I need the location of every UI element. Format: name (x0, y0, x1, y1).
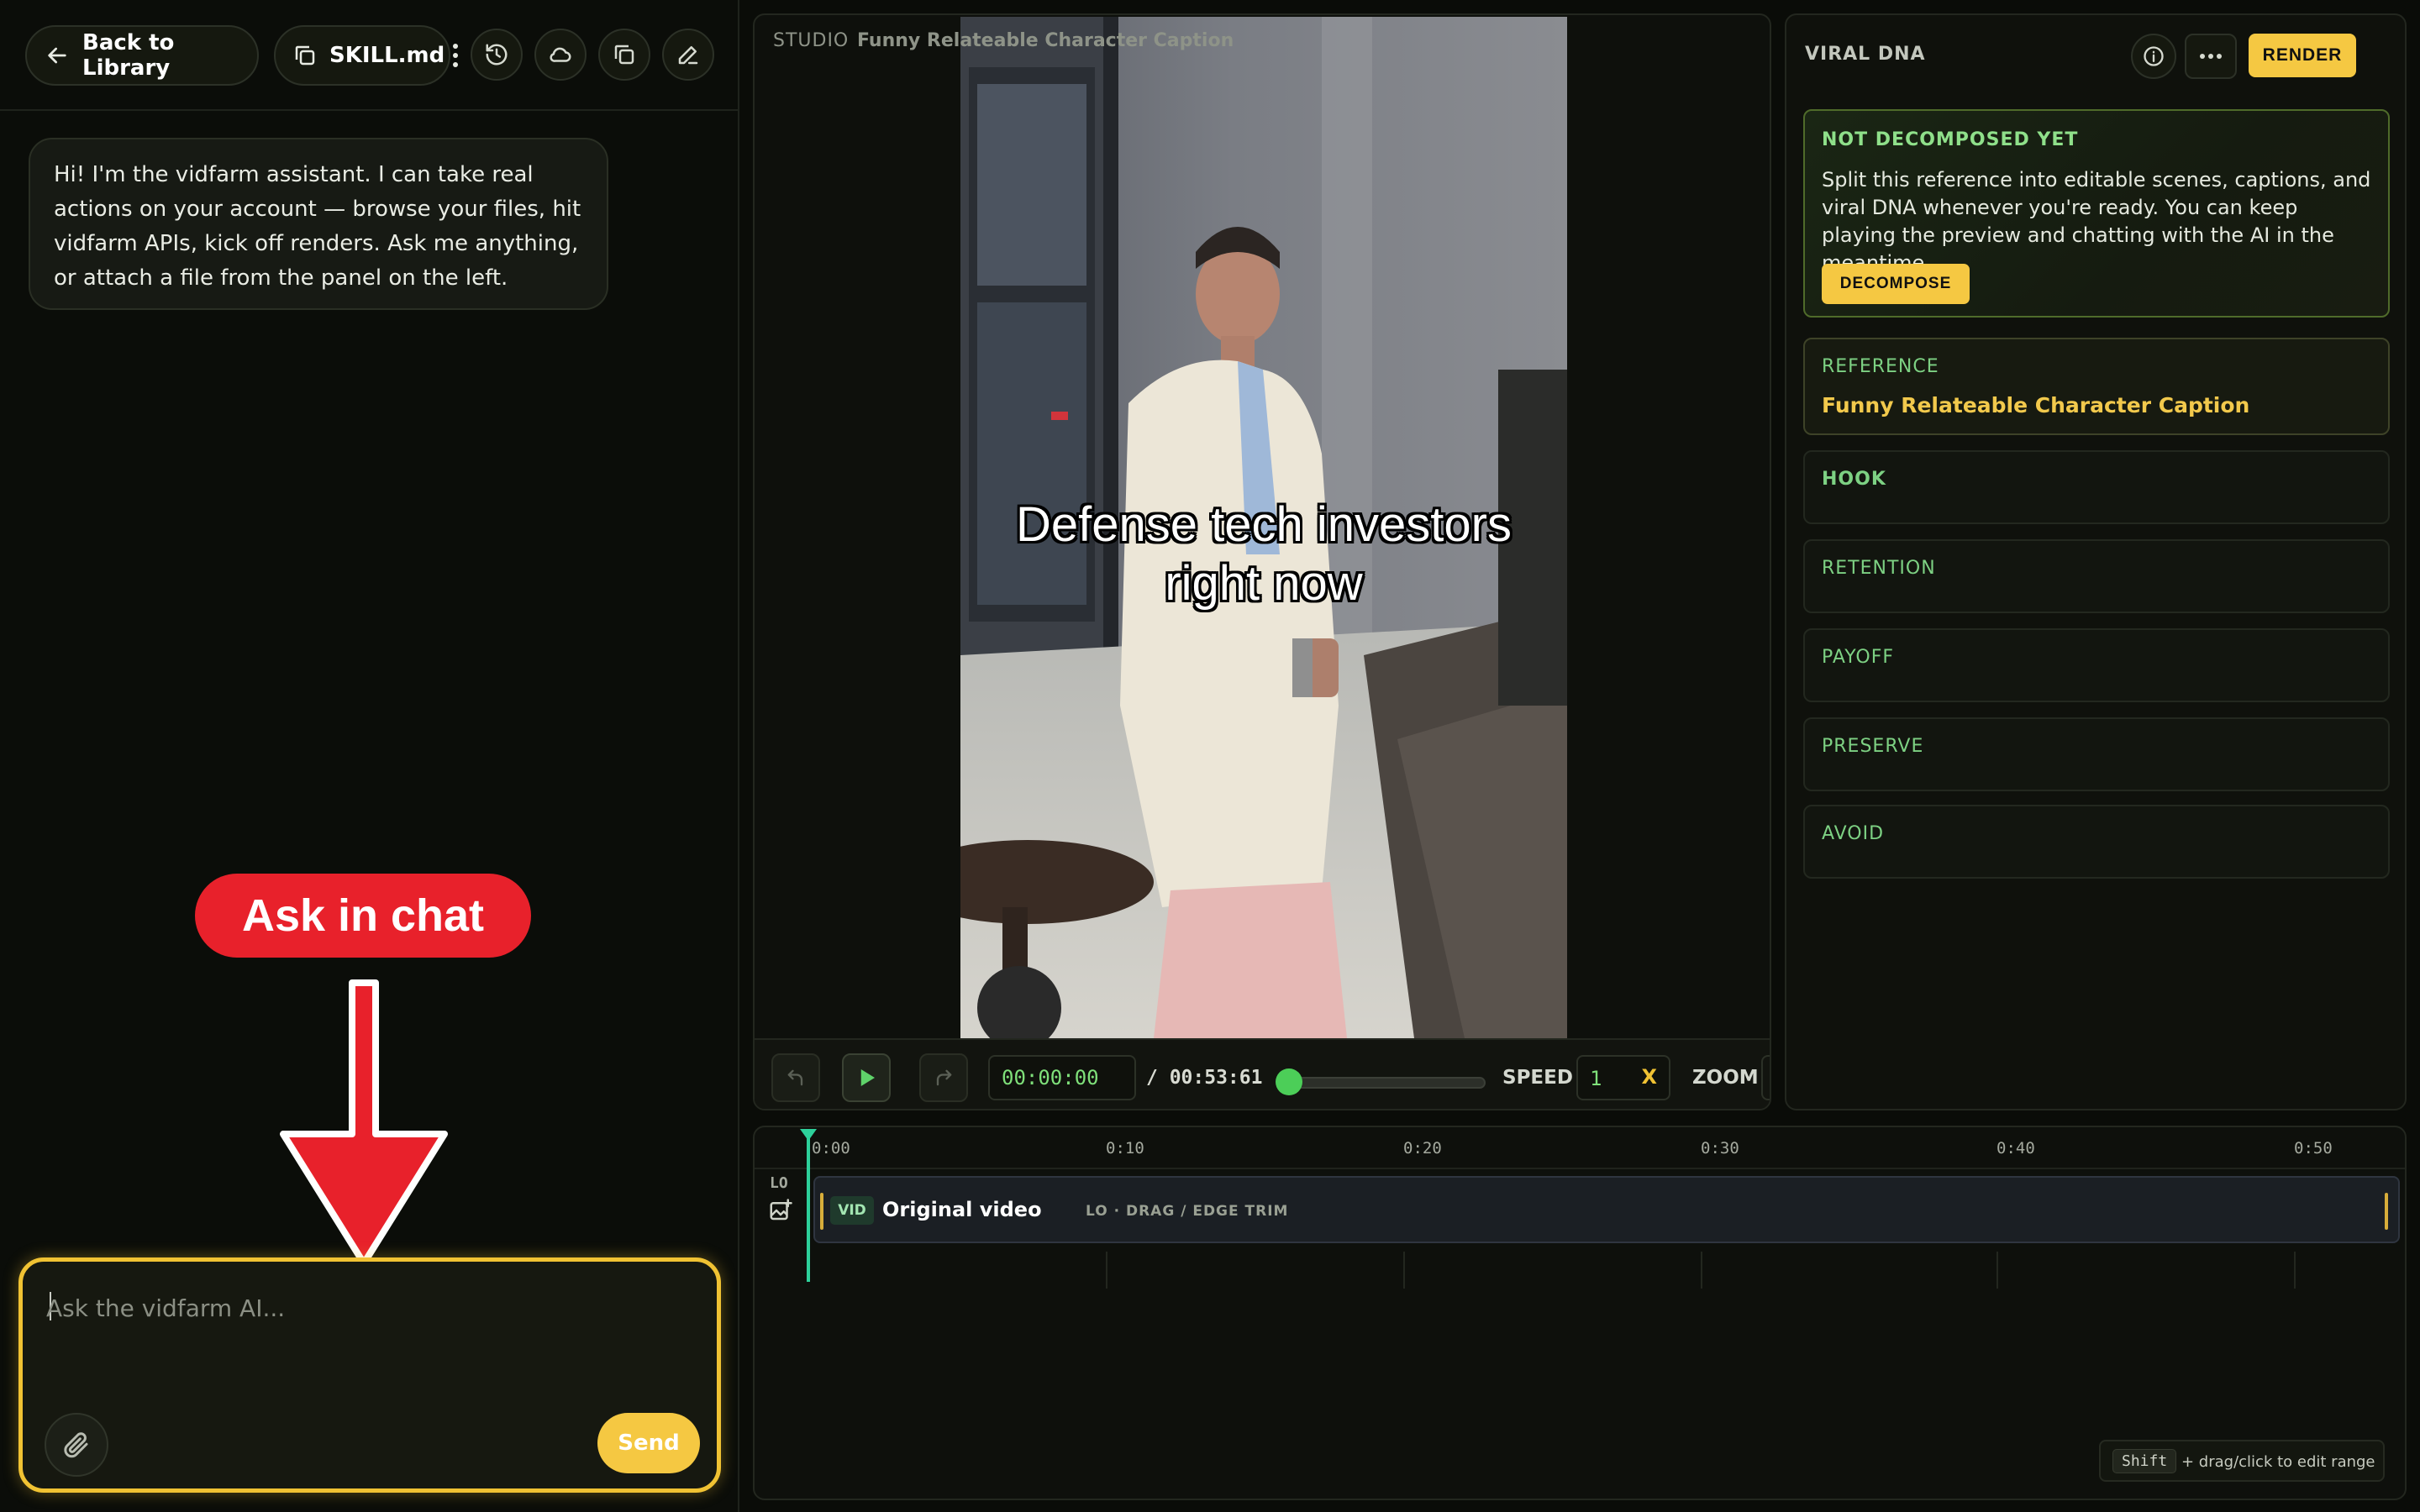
reference-card[interactable]: REFERENCE Funny Relateable Character Cap… (1803, 338, 2390, 435)
redo-button[interactable] (919, 1053, 968, 1102)
tick-label: 0:20 (1403, 1139, 1442, 1158)
cloud-icon (550, 47, 571, 62)
tick-label: 0:30 (1701, 1139, 1739, 1158)
app-root: Back to Library SKILL.md Hi! I'm the vid… (0, 0, 2420, 1512)
not-decomposed-title: NOT DECOMPOSED YET (1822, 129, 2079, 150)
original-video-clip[interactable]: VID Original video LO · DRAG / EDGE TRIM (813, 1176, 2400, 1243)
grid-line (1701, 1252, 1702, 1289)
timeline-panel[interactable]: 0:00 0:10 0:20 0:30 0:40 0:50 LO VID Ori… (753, 1126, 2407, 1500)
skill-file-button[interactable]: SKILL.md (274, 25, 450, 86)
history-icon (486, 44, 508, 66)
play-button[interactable] (842, 1053, 891, 1102)
section-label: RETENTION (1822, 558, 1936, 579)
render-button[interactable]: RENDER (2249, 34, 2356, 77)
cloud-button[interactable] (534, 29, 587, 81)
studio-label: STUDIO (773, 30, 850, 51)
reference-label: REFERENCE (1822, 356, 1939, 377)
decompose-button[interactable]: DECOMPOSE (1822, 264, 1970, 304)
section-avoid[interactable]: AVOID (1803, 805, 2390, 879)
section-payoff[interactable]: PAYOFF (1803, 628, 2390, 702)
back-to-library-button[interactable]: Back to Library (25, 25, 259, 86)
not-decomposed-description: Split this reference into editable scene… (1822, 168, 2371, 275)
zoom-input[interactable] (1761, 1055, 1770, 1100)
skill-file-label: SKILL.md (329, 43, 445, 68)
chat-header: Back to Library SKILL.md (0, 0, 739, 111)
grid-line (1106, 1252, 1107, 1289)
assistant-message: Hi! I'm the vidfarm assistant. I can tak… (29, 138, 608, 310)
keyboard-hint: Shift + drag/click to edit range (2099, 1440, 2385, 1482)
seek-slider-handle[interactable] (1276, 1068, 1302, 1095)
arrow-left-icon (48, 47, 66, 64)
chat-composer[interactable]: Send (18, 1257, 721, 1493)
seek-slider[interactable] (1281, 1077, 1486, 1089)
chat-panel: Back to Library SKILL.md Hi! I'm the vid… (0, 0, 739, 1512)
duplicate-button[interactable] (598, 29, 650, 81)
speed-unit: X (1641, 1065, 1657, 1089)
section-label: PAYOFF (1822, 647, 1895, 668)
shift-key: Shift (2112, 1449, 2177, 1473)
add-image-icon[interactable] (768, 1198, 793, 1223)
video-caption: Defense tech investors right now (960, 496, 1567, 613)
not-decomposed-card: NOT DECOMPOSED YET Split this reference … (1803, 109, 2390, 318)
more-button[interactable] (2185, 34, 2237, 79)
viral-dna-title: VIRAL DNA (1805, 44, 1926, 65)
attach-button[interactable] (45, 1413, 108, 1477)
duplicate-icon (614, 45, 634, 65)
section-retention[interactable]: RETENTION (1803, 539, 2390, 613)
send-button[interactable]: Send (597, 1413, 700, 1473)
caption-line-2: right now (1165, 556, 1363, 611)
section-label: HOOK (1822, 469, 1886, 490)
section-preserve[interactable]: PRESERVE (1803, 717, 2390, 791)
reference-title: Funny Relateable Character Caption (1822, 393, 2250, 417)
speed-input[interactable]: 1 X (1576, 1055, 1670, 1100)
tick-label: 0:10 (1106, 1139, 1144, 1158)
zoom-label: ZOOM (1692, 1067, 1759, 1089)
undo-button[interactable] (771, 1053, 820, 1102)
current-time-field[interactable]: 00:00:00 (988, 1055, 1136, 1100)
ellipsis-icon (2200, 54, 2222, 59)
tick-label: 0:00 (812, 1139, 850, 1158)
clip-trim-handle-right[interactable] (2385, 1193, 2388, 1230)
playback-controls: 00:00:00 / 00:53:61 SPEED 1 X ZOOM (755, 1038, 1770, 1109)
chat-input[interactable] (46, 1287, 685, 1329)
copy-icon (295, 45, 315, 66)
tick-label: 0:40 (1996, 1139, 2035, 1158)
more-options-icon[interactable] (447, 39, 464, 72)
preview-title: Funny Relateable Character Caption (857, 30, 1234, 51)
video-preview-panel: STUDIO Funny Relateable Character Captio… (753, 13, 1771, 1110)
section-hook[interactable]: HOOK (1803, 450, 2390, 524)
track-label: LO (770, 1174, 788, 1192)
video-frame[interactable]: Defense tech investors right now (960, 17, 1567, 1038)
hint-text: + drag/click to edit range (2181, 1453, 2375, 1471)
grid-line (2294, 1252, 2296, 1289)
speed-label: SPEED (1502, 1067, 1573, 1089)
clip-title: Original video (882, 1198, 1042, 1221)
viral-dna-panel: VIRAL DNA RENDER NOT DECOMPOSED YET Spli… (1785, 13, 2407, 1110)
speed-value: 1 (1590, 1067, 1602, 1090)
pencil-icon (678, 46, 698, 65)
playhead[interactable] (807, 1131, 810, 1282)
undo-icon (787, 1069, 803, 1086)
back-to-library-label: Back to Library (82, 30, 175, 81)
section-label: PRESERVE (1822, 736, 1924, 757)
section-label: AVOID (1822, 823, 1885, 844)
info-icon (2144, 46, 2164, 66)
tick-label: 0:50 (2294, 1139, 2333, 1158)
total-time: / 00:53:61 (1146, 1067, 1263, 1089)
annotation-callout: Ask in chat (195, 874, 531, 958)
timeline-ruler[interactable]: 0:00 0:10 0:20 0:30 0:40 0:50 (755, 1127, 2405, 1169)
info-button[interactable] (2131, 34, 2176, 79)
paperclip-icon (64, 1432, 88, 1458)
play-icon (860, 1069, 875, 1086)
clip-type-badge: VID (830, 1196, 874, 1225)
caption-line-1: Defense tech investors (1016, 497, 1512, 552)
clip-subtitle: LO · DRAG / EDGE TRIM (1086, 1203, 1289, 1220)
history-button[interactable] (471, 29, 523, 81)
edit-button[interactable] (662, 29, 714, 81)
annotation-arrow-icon (280, 979, 448, 1267)
clip-trim-handle-left[interactable] (820, 1193, 823, 1230)
redo-icon (936, 1069, 952, 1086)
grid-line (1403, 1252, 1405, 1289)
grid-line (1996, 1252, 1998, 1289)
